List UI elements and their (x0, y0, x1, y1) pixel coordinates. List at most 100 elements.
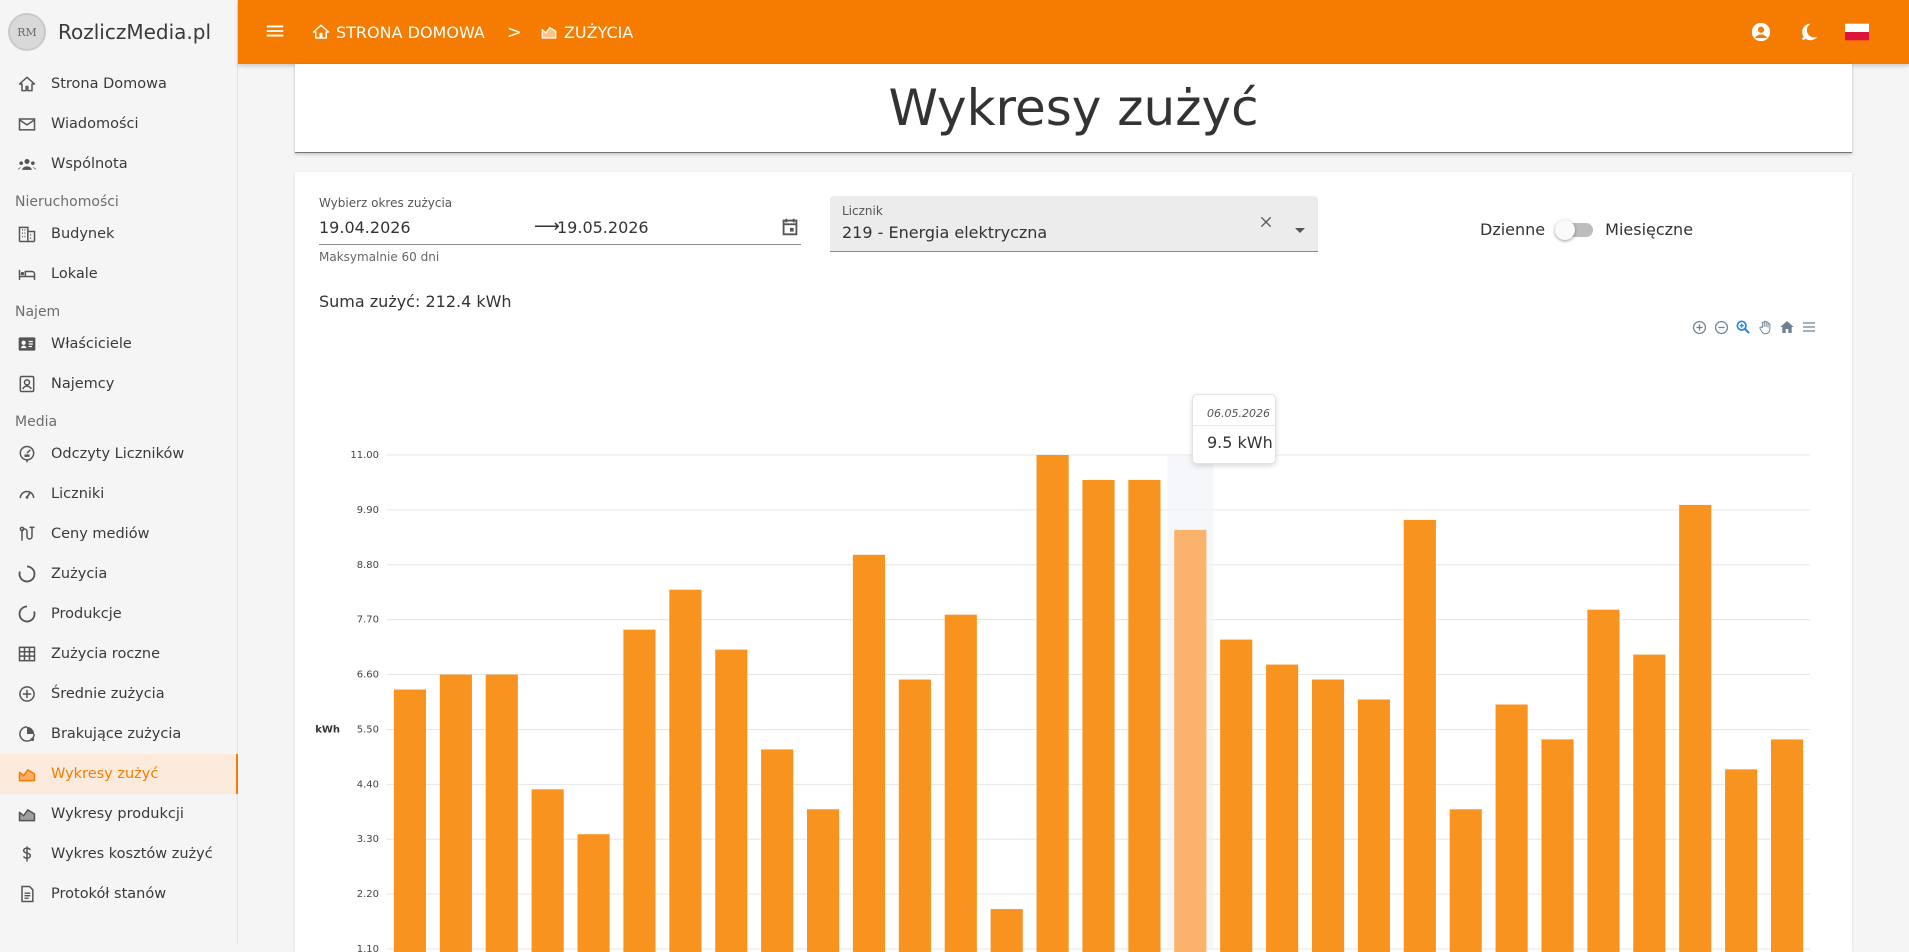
sidebar-item[interactable]: Strona Domowa (0, 64, 238, 104)
bar[interactable] (1266, 664, 1299, 952)
y-tick-label: 9.90 (357, 505, 379, 516)
sidebar-item[interactable]: Budynek (0, 214, 238, 254)
bar[interactable] (485, 674, 518, 952)
sidebar-item-label: Ceny mediów (51, 526, 150, 542)
brand[interactable]: RM RozliczMedia.pl (8, 10, 211, 54)
bar[interactable] (1357, 699, 1390, 952)
chart-area-icon (541, 26, 557, 39)
chart-menu-icon[interactable] (1800, 318, 1818, 336)
date-to-input[interactable]: 19.05.2026 (557, 218, 649, 237)
bar[interactable] (944, 614, 977, 952)
sidebar-item-label: Budynek (51, 226, 115, 242)
bar[interactable] (898, 679, 931, 952)
account-circle-icon[interactable] (1749, 20, 1773, 44)
sidebar-section-najem: Najem (15, 304, 61, 320)
sidebar-item[interactable]: Lokale (0, 254, 238, 294)
bar[interactable] (439, 674, 472, 952)
sidebar-item[interactable]: Produkcje (0, 594, 238, 634)
sidebar-item[interactable]: Zużycia (0, 554, 238, 594)
bar[interactable] (1220, 639, 1253, 952)
bar[interactable] (1449, 809, 1482, 952)
sidebar-item[interactable]: Właściciele (0, 324, 238, 364)
sidebar-item[interactable]: Najemcy (0, 364, 238, 404)
bar[interactable] (1770, 739, 1804, 952)
bar[interactable] (1403, 519, 1436, 952)
sidebar-item[interactable]: Ceny mediów (0, 514, 238, 554)
breadcrumb-home[interactable]: STRONA DOMOWA (312, 23, 485, 42)
selection-zoom-icon[interactable] (1734, 318, 1752, 336)
bar[interactable] (715, 649, 748, 952)
sidebar-item[interactable]: Średnie zużycia (0, 674, 238, 714)
sidebar-item-label: Wykresy zużyć (51, 766, 159, 782)
bar[interactable] (1082, 479, 1115, 952)
period-label: Wybierz okres zużycia (319, 196, 453, 210)
bar[interactable] (1587, 609, 1620, 952)
bar[interactable] (1036, 455, 1069, 952)
y-tick-label: 6.60 (357, 670, 379, 681)
zoom-out-icon[interactable] (1712, 318, 1730, 336)
toggle-knob (1555, 219, 1576, 240)
bar[interactable] (807, 809, 840, 952)
sidebar-item[interactable]: Liczniki (0, 474, 238, 514)
bar[interactable] (852, 554, 886, 952)
sidebar-item-label: Produkcje (51, 606, 122, 622)
bar[interactable] (393, 689, 427, 952)
sidebar-item[interactable]: Protokół stanów (0, 874, 238, 914)
brand-name: RozliczMedia.pl (58, 20, 212, 44)
sidebar-item[interactable]: Brakujące zużycia (0, 714, 238, 754)
theme-toggle-icon[interactable] (1797, 20, 1821, 44)
sidebar-item[interactable]: Wykresy produkcji (0, 794, 238, 834)
sidebar-item[interactable]: Zużycia roczne (0, 634, 238, 674)
breadcrumb-consumption-label: ZUŻYCIA (563, 22, 634, 42)
chart-tooltip: 06.05.2026 9.5 kWh (1192, 394, 1276, 464)
bar[interactable] (669, 589, 702, 952)
bar[interactable] (1174, 529, 1207, 952)
y-tick-label: 3.30 (357, 834, 379, 845)
y-tick-label: 11.00 (350, 450, 379, 461)
bar[interactable] (577, 834, 610, 952)
bar[interactable] (990, 909, 1023, 952)
meter-reading-icon (16, 443, 38, 465)
poland-flag-icon[interactable] (1845, 20, 1869, 44)
toggle-monthly-label: Miesięczne (1605, 220, 1694, 239)
bar[interactable] (1128, 479, 1161, 952)
sidebar-item[interactable]: Wiadomości (0, 104, 238, 144)
bar[interactable] (623, 629, 656, 952)
menu-icon[interactable] (264, 20, 286, 42)
bar[interactable] (1311, 679, 1345, 952)
sidebar-item[interactable]: Wykresy zużyć (0, 754, 238, 794)
bar[interactable] (1633, 654, 1666, 952)
sidebar-item-label: Odczyty Liczników (51, 446, 185, 462)
bar[interactable] (531, 789, 564, 952)
bar[interactable] (1495, 704, 1528, 952)
y-tick-label: 4.40 (357, 779, 379, 790)
sidebar-section-media: Media (15, 414, 58, 430)
sidebar-item-label: Właściciele (51, 336, 132, 352)
y-tick-label: 1.10 (357, 944, 379, 952)
bar[interactable] (1541, 739, 1574, 952)
bar[interactable] (1679, 504, 1712, 952)
home-icon (312, 24, 330, 39)
date-from-input[interactable]: 19.04.2026 (319, 218, 411, 237)
reset-zoom-home-icon[interactable] (1778, 318, 1796, 336)
sidebar-item[interactable]: Wykres kosztów zużyć (0, 834, 238, 874)
gauge-icon (16, 483, 38, 505)
date-range-picker[interactable]: 19.04.2026 ⟶ 19.05.2026 (319, 214, 801, 245)
close-icon[interactable] (1258, 214, 1274, 234)
bar[interactable] (1725, 769, 1758, 952)
sidebar-item[interactable]: Odczyty Liczników (0, 434, 238, 474)
bar[interactable] (761, 749, 794, 952)
pan-hand-icon[interactable] (1756, 318, 1774, 336)
calendar-icon[interactable] (779, 216, 801, 242)
zoom-in-icon[interactable] (1690, 318, 1708, 336)
meter-value: 219 - Energia elektryczna (842, 223, 1048, 242)
breadcrumb-consumption[interactable]: ZUŻYCIA (540, 23, 633, 42)
tenant-icon (16, 373, 38, 395)
chevron-down-icon[interactable] (1294, 220, 1306, 239)
owner-card-icon (16, 333, 38, 355)
chart-toolbar (1690, 318, 1818, 336)
meter-select[interactable]: Licznik 219 - Energia elektryczna (830, 196, 1318, 252)
sidebar-item-label: Liczniki (51, 486, 105, 502)
period-mode-toggle[interactable] (1555, 219, 1594, 240)
sidebar-item[interactable]: Wspólnota (0, 144, 238, 184)
